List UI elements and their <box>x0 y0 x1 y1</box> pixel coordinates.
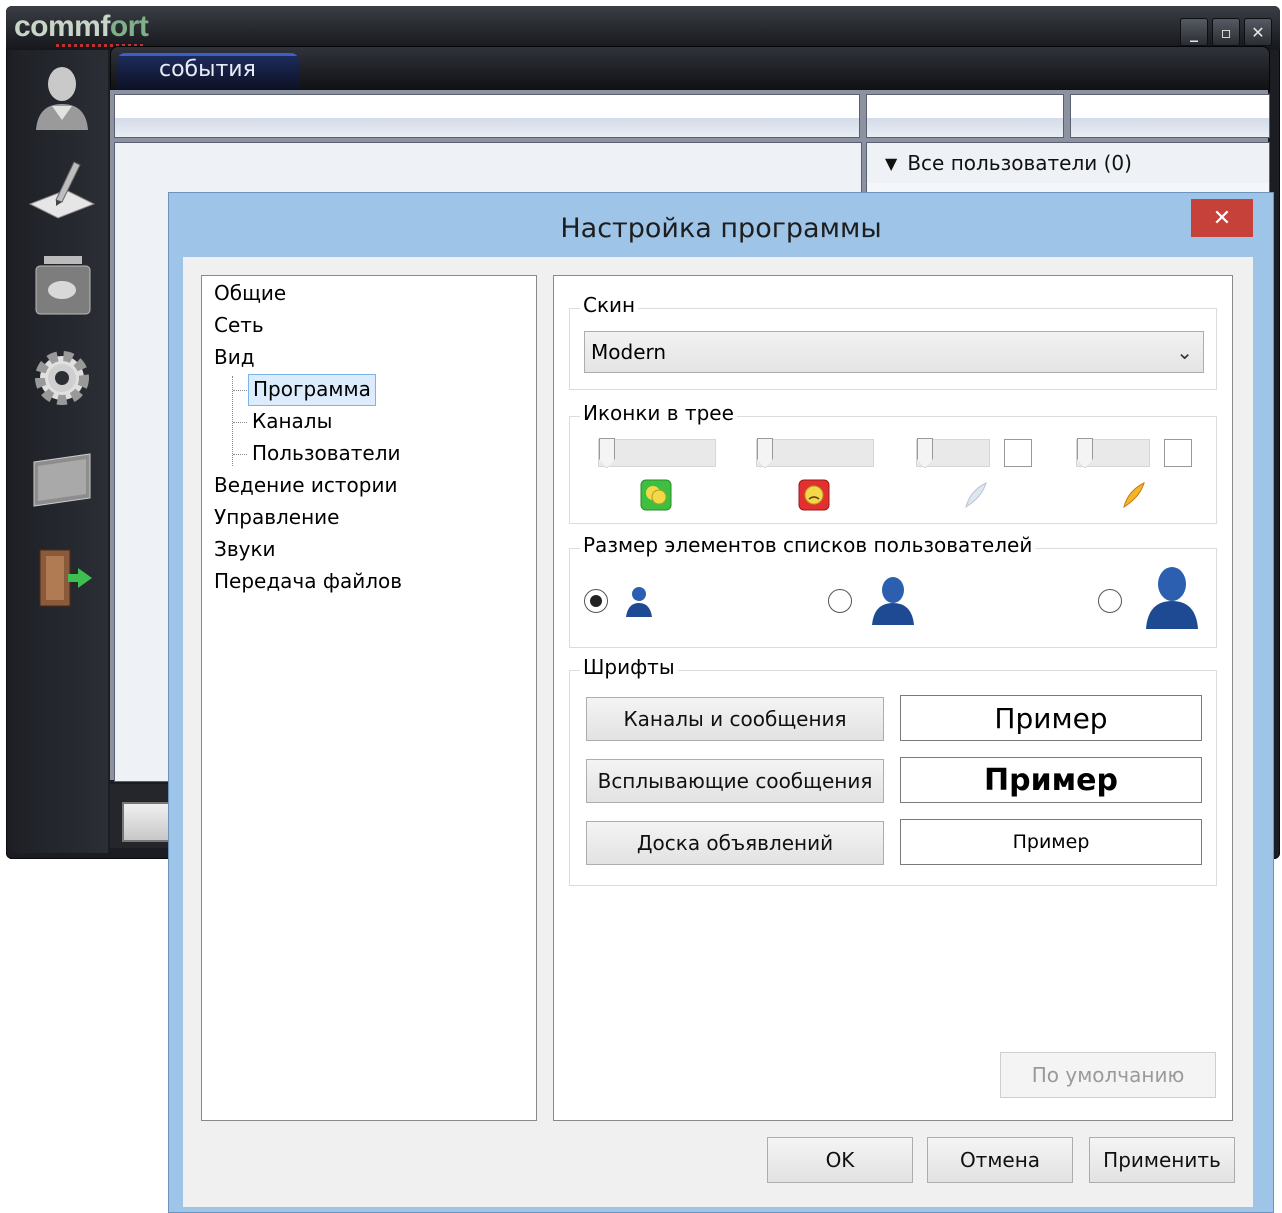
skin-select[interactable]: Modern ⌄ <box>584 331 1204 373</box>
maximize-button[interactable]: ▫ <box>1212 18 1240 46</box>
ok-button[interactable]: OK <box>767 1137 913 1183</box>
image-thumbnail-icon[interactable] <box>122 802 172 842</box>
bulletin-board-font-button[interactable]: Доска объявлений <box>586 821 884 865</box>
gray-feather-icon <box>965 482 987 509</box>
bulletin-board-icon[interactable] <box>26 246 98 318</box>
slider-thumb[interactable] <box>599 438 615 468</box>
medium-user-icon <box>872 577 914 625</box>
minimize-button[interactable]: _ <box>1180 18 1208 46</box>
header-panel-middle <box>866 94 1064 138</box>
skin-group: Скин Modern ⌄ <box>569 293 1217 390</box>
tree-item-sounds[interactable]: Звуки <box>214 534 276 564</box>
list-size-small-radio[interactable] <box>584 589 608 613</box>
tree-item-file-transfer[interactable]: Передача файлов <box>214 566 402 596</box>
tree-item-general[interactable]: Общие <box>214 278 286 308</box>
collapse-triangle-icon: ▼ <box>885 153 898 173</box>
slider-thumb[interactable] <box>917 438 933 468</box>
settings-pane: Скин Modern ⌄ Иконки в трее Размер элеме… <box>553 275 1233 1121</box>
away-status-icon <box>798 479 830 511</box>
list-size-medium-radio[interactable] <box>828 589 852 613</box>
online-status-icon <box>640 479 672 511</box>
commfort-titlebar: commfort _ ▫ ✕ <box>6 6 1280 50</box>
exit-door-icon[interactable] <box>26 540 98 612</box>
close-window-button[interactable]: ✕ <box>1244 18 1272 46</box>
large-user-icon <box>1146 567 1198 629</box>
users-group-label: Все пользователи (0) <box>907 151 1132 175</box>
dialog-title: Настройка программы <box>560 213 882 244</box>
channels-font-preview: Пример <box>900 695 1202 741</box>
write-message-icon[interactable] <box>26 152 98 224</box>
user-profile-icon[interactable] <box>26 60 98 132</box>
fonts-label: Шрифты <box>580 655 678 679</box>
bulletin-font-preview: Пример <box>900 819 1202 865</box>
orange-feather-icon <box>1123 482 1145 509</box>
settings-gear-icon[interactable] <box>26 342 98 414</box>
commfort-logo: commfort <box>14 10 149 43</box>
commfort-sidebar <box>12 50 108 853</box>
settings-tree: Общие Сеть Вид Программа Каналы Пользова… <box>201 275 537 1121</box>
tray-slider-online[interactable] <box>598 438 716 468</box>
apply-button[interactable]: Применить <box>1089 1137 1235 1183</box>
tray-icons-label: Иконки в трее <box>580 401 737 425</box>
tray-new-message-checkbox[interactable] <box>1164 439 1192 467</box>
popup-messages-font-button[interactable]: Всплывающие сообщения <box>586 759 884 803</box>
channels-messages-font-button[interactable]: Каналы и сообщения <box>586 697 884 741</box>
small-user-icon <box>626 587 652 617</box>
tree-item-channels[interactable]: Каналы <box>252 406 332 436</box>
tree-item-view[interactable]: Вид <box>214 342 255 372</box>
tray-slider-message[interactable] <box>916 438 990 468</box>
tree-item-program[interactable]: Программа <box>248 374 376 406</box>
list-size-group: Размер элементов списков пользователей <box>569 533 1217 648</box>
tray-slider-new-message[interactable] <box>1076 438 1150 468</box>
tree-item-network[interactable]: Сеть <box>214 310 264 340</box>
chevron-down-icon: ⌄ <box>1176 340 1193 364</box>
slider-thumb[interactable] <box>757 438 773 468</box>
folder-icon[interactable] <box>26 442 98 514</box>
tree-item-history[interactable]: Ведение истории <box>214 470 397 500</box>
skin-group-label: Скин <box>580 293 639 317</box>
tray-icons-group: Иконки в трее <box>569 401 1217 524</box>
dialog-close-button[interactable]: ✕ <box>1191 199 1253 237</box>
tree-item-control[interactable]: Управление <box>214 502 339 532</box>
popup-font-preview: Пример <box>900 757 1202 803</box>
settings-dialog: Настройка программы ✕ Общие Сеть Вид Про… <box>168 192 1274 1213</box>
tray-message-checkbox[interactable] <box>1004 439 1032 467</box>
users-group-header[interactable]: ▼ Все пользователи (0) <box>867 143 1269 183</box>
list-size-large-radio[interactable] <box>1098 589 1122 613</box>
commfort-tabbar: события <box>110 46 1270 92</box>
fonts-group: Шрифты Каналы и сообщения Пример Всплыва… <box>569 655 1217 886</box>
tab-events[interactable]: события <box>117 53 299 91</box>
dialog-body: Общие Сеть Вид Программа Каналы Пользова… <box>183 257 1253 1207</box>
tree-item-users[interactable]: Пользователи <box>252 438 401 468</box>
defaults-button[interactable]: По умолчанию <box>1000 1052 1216 1098</box>
channel-header-panel <box>114 94 860 138</box>
slider-thumb[interactable] <box>1077 438 1093 468</box>
header-panel-right <box>1070 94 1270 138</box>
skin-select-value: Modern <box>591 340 667 364</box>
cancel-button[interactable]: Отмена <box>927 1137 1073 1183</box>
window-controls: _ ▫ ✕ <box>1180 18 1272 46</box>
tray-slider-away[interactable] <box>756 438 874 468</box>
list-size-label: Размер элементов списков пользователей <box>580 533 1036 557</box>
